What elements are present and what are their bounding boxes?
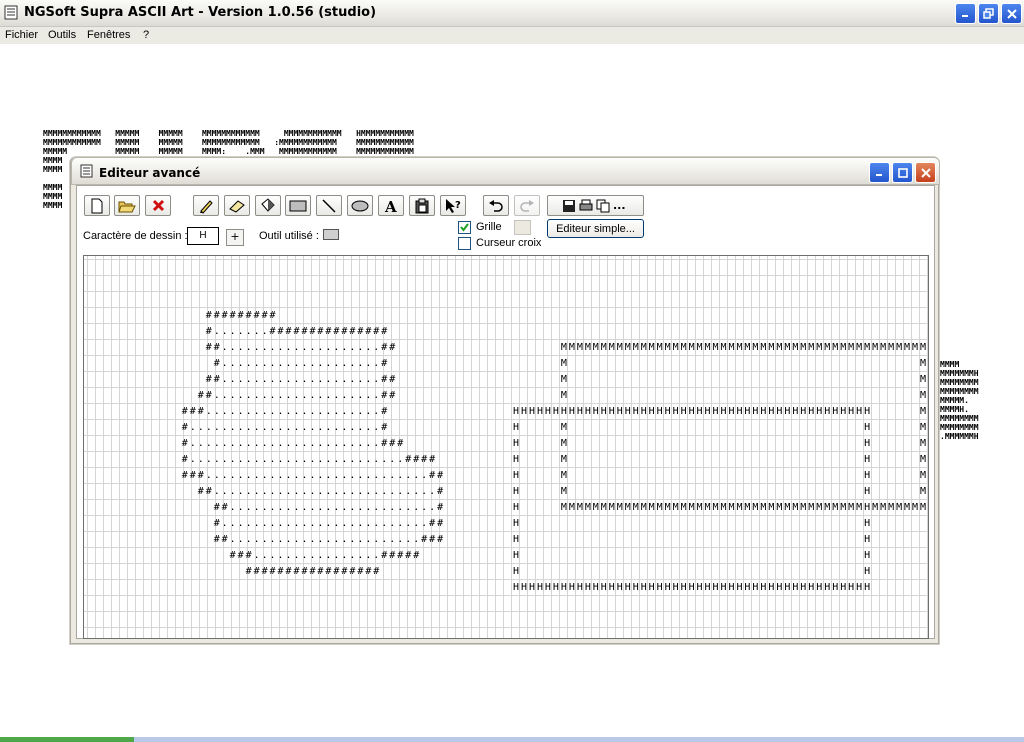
app-title: NGSoft Supra ASCII Art - Version 1.0.56 … [24, 5, 377, 20]
pencil-icon [200, 199, 213, 214]
current-tool-indicator [323, 229, 339, 240]
maximize-icon [897, 167, 908, 178]
paint-bucket-icon [261, 198, 275, 212]
ascii-art-rectangles: MMMMMMMMMMMMMMMMMMMMMMMMMMMMMMMMMMMMMMMM… [513, 342, 928, 593]
delete-button[interactable] [145, 195, 171, 216]
grid-checkbox[interactable] [458, 221, 471, 234]
app-document-icon [4, 5, 18, 20]
ellipse-icon [351, 200, 369, 211]
menu-bar: Fichier Outils Fenêtres ? [0, 27, 1024, 44]
menu-fichier[interactable]: Fichier [5, 29, 38, 41]
minimize-icon [962, 15, 968, 17]
folder-open-icon [118, 201, 136, 212]
tool-used-label: Outil utilisé : [259, 230, 319, 242]
ellipse-tool-button[interactable] [347, 195, 373, 216]
save-print-copy-button[interactable]: ... [547, 195, 644, 216]
restore-button[interactable] [978, 3, 999, 24]
restore-icon [983, 8, 994, 19]
redo-button[interactable] [514, 195, 540, 216]
open-button[interactable] [114, 195, 140, 216]
editor-document-icon [80, 164, 93, 178]
rectangle-icon [289, 200, 307, 211]
editor-client-area: A ? ... Caractère de dessin : H + Outil … [76, 185, 935, 639]
close-icon [920, 167, 931, 178]
advanced-editor-window: Editeur avancé A ? ... Caractère de dess… [70, 157, 940, 644]
crosshair-checkbox[interactable] [458, 237, 471, 250]
rectangle-tool-button[interactable] [285, 195, 311, 216]
copy-icon [596, 199, 610, 212]
taskbar [0, 737, 1024, 742]
text-a-icon: A [384, 198, 397, 214]
editor-close-button[interactable] [915, 162, 936, 183]
new-button[interactable] [84, 195, 110, 216]
redo-icon [520, 199, 534, 212]
char-picker-button[interactable]: + [226, 229, 244, 246]
help-cursor-icon: ? [446, 198, 461, 213]
simple-editor-button[interactable]: Editeur simple... [547, 219, 644, 238]
clipboard-icon [415, 198, 429, 213]
undo-icon [489, 199, 503, 212]
new-file-icon [91, 198, 103, 213]
pencil-tool-button[interactable] [193, 195, 219, 216]
red-x-icon [152, 199, 164, 212]
undo-button[interactable] [483, 195, 509, 216]
grid-color-swatch[interactable] [514, 220, 531, 235]
close-icon [1006, 8, 1017, 19]
fill-tool-button[interactable] [255, 195, 281, 216]
eraser-icon [229, 199, 245, 213]
close-button[interactable] [1001, 3, 1022, 24]
editor-title-bar[interactable]: Editeur avancé [71, 157, 940, 185]
menu-help[interactable]: ? [143, 29, 149, 41]
menu-outils[interactable]: Outils [48, 29, 76, 41]
line-icon [322, 198, 336, 213]
drawing-canvas[interactable]: ######### #.......############### ##....… [83, 255, 929, 639]
draw-char-label: Caractère de dessin : [83, 230, 188, 242]
eraser-tool-button[interactable] [224, 195, 250, 216]
paste-button[interactable] [409, 195, 435, 216]
printer-icon [579, 199, 593, 210]
ascii-art-teacup: ######### #.......############### ##....… [181, 310, 446, 577]
line-tool-button[interactable] [316, 195, 342, 216]
start-button[interactable] [0, 737, 134, 742]
main-title-bar[interactable]: NGSoft Supra ASCII Art - Version 1.0.56 … [0, 0, 1024, 27]
background-ascii-art-right: MMMM MMMMMMMH MMMMMMMM MMMMMMMM MMMMM. M… [940, 360, 979, 441]
editor-minimize-button[interactable] [869, 162, 890, 183]
text-tool-button[interactable]: A [378, 195, 404, 216]
crosshair-label: Curseur croix [476, 237, 542, 249]
save-disk-icon [563, 199, 575, 212]
svg-text:?: ? [455, 200, 461, 211]
minimize-button[interactable] [955, 3, 976, 24]
checkmark-icon [460, 223, 469, 232]
editor-title: Editeur avancé [99, 166, 201, 180]
draw-char-input[interactable]: H [187, 227, 219, 245]
minimize-icon [876, 174, 882, 176]
editor-maximize-button[interactable] [892, 162, 913, 183]
grid-label: Grille [476, 221, 502, 233]
more-options-label: ... [613, 199, 626, 212]
svg-text:A: A [384, 198, 397, 214]
help-pointer-button[interactable]: ? [440, 195, 466, 216]
menu-fenetres[interactable]: Fenêtres [87, 29, 130, 41]
